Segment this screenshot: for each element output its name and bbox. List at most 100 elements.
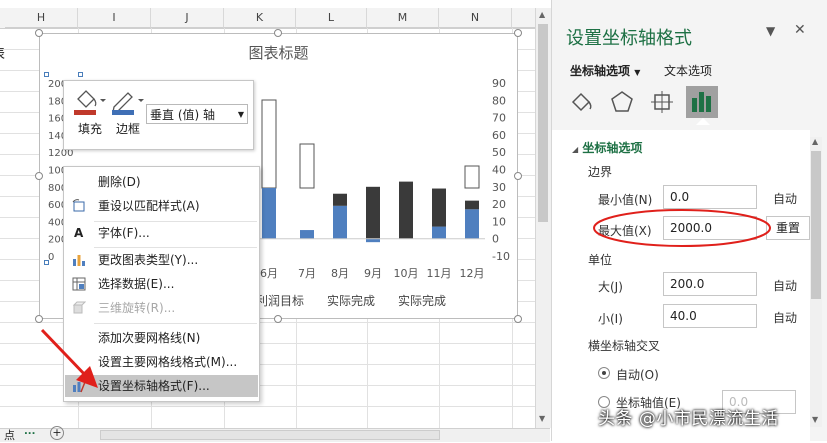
column-header-o[interactable] <box>512 8 535 28</box>
close-icon[interactable]: ✕ <box>794 22 806 38</box>
size-properties-icon[interactable] <box>648 88 676 116</box>
horizontal-scrollbar[interactable] <box>100 430 440 440</box>
bar-profit-target[interactable] <box>261 99 277 189</box>
column-header-k[interactable]: K <box>224 8 296 28</box>
scroll-down-icon[interactable]: ▼ <box>812 415 818 424</box>
chart-element-select[interactable]: 垂直 (值) 轴 ▼ <box>146 104 248 124</box>
paint-bucket-icon <box>74 90 106 115</box>
chart-resize-handle[interactable] <box>35 172 43 180</box>
category-tick-label[interactable]: 11月 <box>427 267 452 280</box>
category-tick-label[interactable]: 7月 <box>298 267 316 280</box>
minor-unit-input[interactable]: 40.0 <box>663 304 757 328</box>
min-auto-button[interactable]: 自动 <box>773 190 797 207</box>
axis-selection-handle[interactable] <box>78 72 83 77</box>
category-tick-label[interactable]: 12月 <box>460 267 485 280</box>
bar-actual-2[interactable] <box>366 186 380 239</box>
bar-actual[interactable] <box>333 205 347 239</box>
bar-profit-target[interactable] <box>464 165 480 189</box>
category-tick-label[interactable]: 8月 <box>331 267 349 280</box>
spreadsheet-area[interactable]: H I J K L M N 表 图表标题 2000180016001400120… <box>0 0 535 441</box>
minor-auto-button[interactable]: 自动 <box>773 309 797 326</box>
chart-resize-handle[interactable] <box>274 315 282 323</box>
pane-vertical-scrollbar[interactable]: ▲ ▼ <box>810 137 822 427</box>
column-header-i[interactable]: I <box>78 8 151 28</box>
right-axis-tick-label[interactable]: 90 <box>492 77 506 90</box>
tab-axis-options[interactable]: 坐标轴选项 ▼ <box>570 62 640 79</box>
right-axis-tick-label[interactable]: 30 <box>492 181 506 194</box>
column-header-l[interactable]: L <box>296 8 367 28</box>
major-auto-button[interactable]: 自动 <box>773 277 797 294</box>
menu-item-delete[interactable]: 删除(D) <box>65 171 258 193</box>
menu-item-change-chart-type[interactable]: 更改图表类型(Y)... <box>65 249 258 271</box>
menu-item-reset-style[interactable]: 重设以匹配样式(A) <box>65 195 258 217</box>
radio-auto[interactable] <box>598 367 610 379</box>
bar-actual[interactable] <box>432 226 446 239</box>
chart-resize-handle[interactable] <box>274 29 282 37</box>
tab-text-options[interactable]: 文本选项 <box>664 62 712 79</box>
fill-button[interactable]: 填充 <box>70 85 110 141</box>
chevron-down-icon: ▼ <box>237 110 244 119</box>
pen-icon <box>112 92 144 115</box>
menu-item-select-data[interactable]: 选择数据(E)... <box>65 273 258 295</box>
category-tick-label[interactable]: 6月 <box>260 267 278 280</box>
bar-actual[interactable] <box>300 230 314 239</box>
axis-selection-handle[interactable] <box>44 260 49 265</box>
menu-item-font[interactable]: A 字体(F)... <box>65 222 258 244</box>
category-tick-label[interactable]: 10月 <box>394 267 419 280</box>
cut-cell-text: 表 <box>0 43 5 62</box>
chart-resize-handle[interactable] <box>514 315 522 323</box>
right-axis-tick-label[interactable]: 80 <box>492 94 506 107</box>
sheet-vertical-scrollbar[interactable]: ▲ ▼ <box>535 8 551 428</box>
bar-actual-2[interactable] <box>399 181 413 239</box>
scroll-thumb[interactable] <box>811 151 821 299</box>
scroll-up-icon[interactable]: ▲ <box>539 10 545 19</box>
scroll-up-icon[interactable]: ▲ <box>812 137 818 146</box>
sheet-tab-more[interactable]: ... <box>24 426 35 437</box>
chart-type-icon <box>73 255 85 266</box>
column-header-n[interactable]: N <box>439 8 512 28</box>
section-header-axis-options[interactable]: ◢ 坐标轴选项 <box>572 139 642 156</box>
chart-resize-handle[interactable] <box>514 172 522 180</box>
right-axis-tick-label[interactable]: 10 <box>492 215 506 228</box>
effects-pentagon-icon[interactable] <box>608 88 636 116</box>
add-sheet-icon[interactable]: + <box>50 426 64 440</box>
chart-resize-handle[interactable] <box>514 29 522 37</box>
axis-selection-handle[interactable] <box>44 72 49 77</box>
mini-toolbar: 填充 边框 垂直 (值) 轴 ▼ <box>63 80 254 150</box>
column-header-j[interactable]: J <box>151 8 224 28</box>
right-axis-tick-label[interactable]: 20 <box>492 198 506 211</box>
right-axis-tick-label[interactable]: 60 <box>492 129 506 142</box>
major-unit-input[interactable]: 200.0 <box>663 272 757 296</box>
axis-options-icon-tab[interactable] <box>686 86 718 118</box>
right-axis-tick-label[interactable]: 50 <box>492 146 506 159</box>
right-axis-tick-label[interactable]: 70 <box>492 112 506 125</box>
fill-line-icon[interactable] <box>568 88 596 116</box>
font-a-icon: A <box>74 226 84 240</box>
3d-rotate-icon <box>72 301 86 314</box>
category-tick-label[interactable]: 9月 <box>364 267 382 280</box>
bar-actual[interactable] <box>366 238 380 243</box>
pane-title: 设置坐标轴格式 <box>566 28 692 49</box>
border-button[interactable]: 边框 <box>108 85 148 141</box>
border-label: 边框 <box>115 122 140 136</box>
legend-entry-actual-1[interactable]: 实际完成 <box>327 292 375 309</box>
menu-item-3d-rotation[interactable]: 三维旋转(R)... <box>65 297 258 319</box>
column-header-h[interactable]: H <box>5 8 78 28</box>
bar-actual-2[interactable] <box>333 193 347 206</box>
legend-entry-profit-target[interactable]: 利润目标 <box>256 292 304 309</box>
bar-profit-target[interactable] <box>299 143 315 189</box>
chart-resize-handle[interactable] <box>35 29 43 37</box>
bar-actual[interactable] <box>465 209 479 239</box>
active-tab-caret <box>696 118 710 125</box>
right-axis-tick-label[interactable]: 0 <box>492 233 499 246</box>
bar-actual[interactable] <box>262 188 276 239</box>
column-header-m[interactable]: M <box>367 8 439 28</box>
right-axis-tick-label[interactable]: -10 <box>492 250 510 263</box>
legend-entry-actual-2[interactable]: 实际完成 <box>398 292 446 309</box>
scroll-thumb[interactable] <box>538 24 548 222</box>
pane-options-dropdown-icon[interactable]: ▼ <box>766 24 775 38</box>
scroll-down-icon[interactable]: ▼ <box>539 414 545 423</box>
right-axis-tick-label[interactable]: 40 <box>492 164 506 177</box>
bar-actual-2[interactable] <box>432 188 446 227</box>
bar-actual-2[interactable] <box>465 200 479 210</box>
